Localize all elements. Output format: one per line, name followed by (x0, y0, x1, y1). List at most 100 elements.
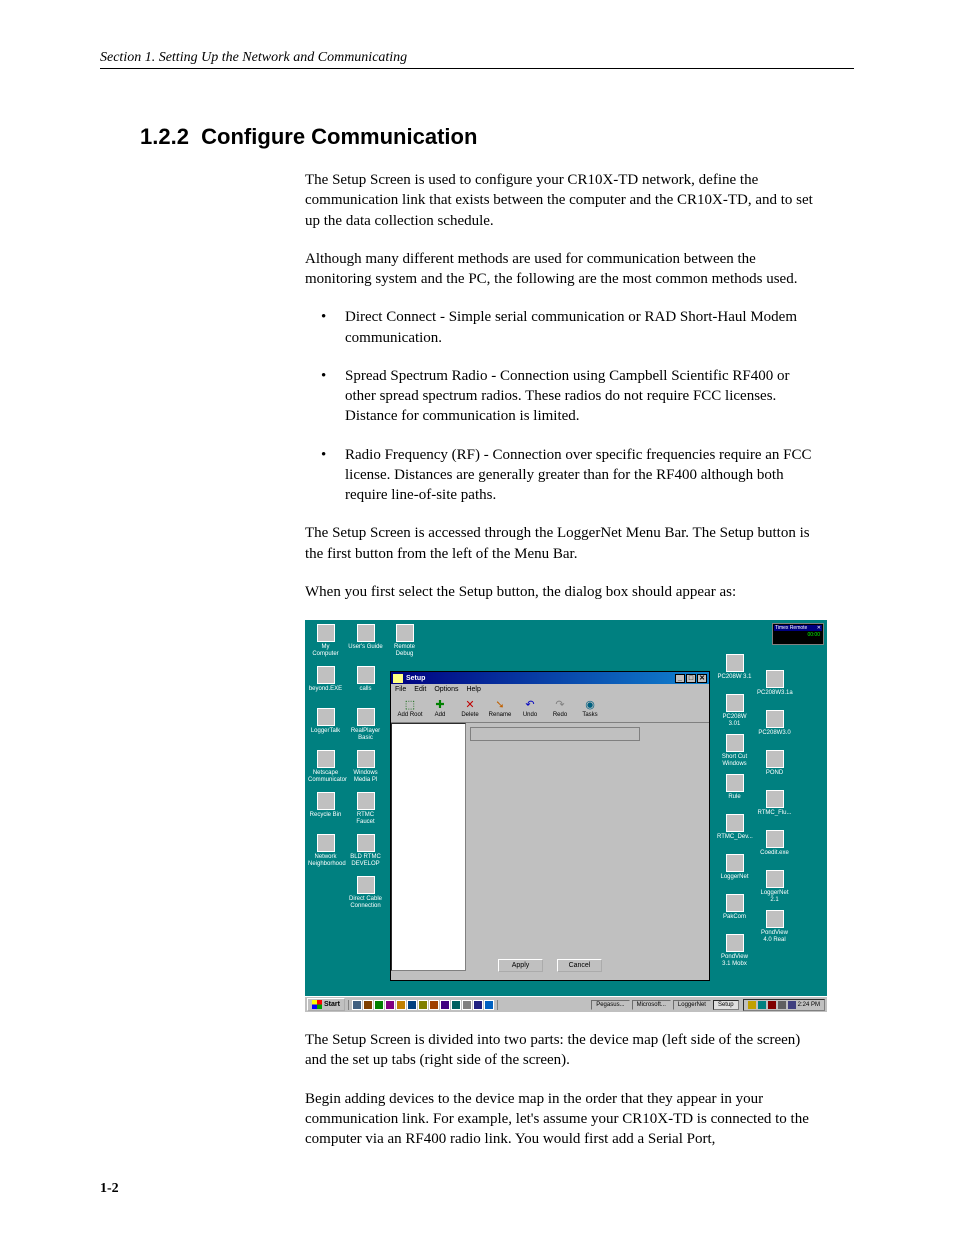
quick-launch-icon[interactable] (429, 1000, 439, 1010)
quick-launch-icon[interactable] (374, 1000, 384, 1010)
desktop-icon-glyph (357, 750, 375, 768)
toolbar-button[interactable]: ➘Rename (485, 697, 515, 718)
toolbar: ⬚Add Root✚Add✕Delete➘Rename↶Undo↷Redo◉Ta… (391, 695, 709, 723)
paragraph: Although many different methods are used… (305, 249, 814, 290)
quick-launch-icon[interactable] (385, 1000, 395, 1010)
taskbar-task[interactable]: LoggerNet (673, 1000, 711, 1010)
taskbar: Start Pegasus... Microsoft... LoggerNet … (305, 996, 827, 1012)
desktop-icon[interactable]: Netscape Communicator (308, 750, 343, 783)
desktop-icon-label: User's Guide (348, 644, 383, 651)
toolbar-button[interactable]: ↷Redo (545, 697, 575, 718)
desktop-icon[interactable]: LoggerNet (717, 854, 752, 881)
paragraph: The Setup Screen is divided into two par… (305, 1030, 814, 1071)
quick-launch-icon[interactable] (352, 1000, 362, 1010)
tray-icon[interactable] (768, 1001, 776, 1009)
desktop-icon[interactable]: RTMC Faucet (348, 792, 383, 825)
desktop-icon[interactable]: PondView 4.0 Real (757, 910, 792, 943)
maximize-button[interactable]: □ (686, 674, 696, 683)
apply-button[interactable]: Apply (498, 959, 543, 972)
tray-icon[interactable] (788, 1001, 796, 1009)
tabs-area[interactable] (470, 727, 640, 741)
menu-options[interactable]: Options (434, 686, 458, 693)
toolbar-button[interactable]: ✚Add (425, 697, 455, 718)
toolbar-button[interactable]: ✕Delete (455, 697, 485, 718)
close-button[interactable]: ✕ (697, 674, 707, 683)
quick-launch-icon[interactable] (407, 1000, 417, 1010)
tray-icon[interactable] (778, 1001, 786, 1009)
quick-launch-icon[interactable] (473, 1000, 483, 1010)
desktop-icon-glyph (766, 910, 784, 928)
desktop-icon[interactable]: LoggerNet 2.1 (757, 870, 792, 903)
desktop-icon-glyph (317, 624, 335, 642)
taskbar-task[interactable]: Pegasus... (591, 1000, 629, 1010)
desktop-icon[interactable]: PakCom (717, 894, 752, 921)
device-map-panel[interactable] (391, 723, 466, 971)
desktop-icon[interactable]: LoggerTalk (308, 708, 343, 735)
taskbar-clock[interactable]: 2:24 PM (798, 1002, 820, 1008)
paragraph: The Setup Screen is used to configure yo… (305, 170, 814, 231)
quick-launch-icon[interactable] (440, 1000, 450, 1010)
toolbar-label: Redo (545, 712, 575, 718)
quick-launch-icon[interactable] (418, 1000, 428, 1010)
desktop-icon[interactable]: PondView 3.1 Mobx (717, 934, 752, 967)
desktop-icon-glyph (317, 792, 335, 810)
quick-launch-icon[interactable] (484, 1000, 494, 1010)
desktop-icon[interactable]: My Computer (308, 624, 343, 657)
taskbar-task[interactable]: Setup (713, 1000, 739, 1010)
desktop-icon-label: calls (348, 686, 383, 693)
bullet-list: Direct Connect - Simple serial communica… (305, 307, 814, 505)
desktop-icon[interactable]: PC208W3.0 (757, 710, 792, 737)
desktop-icon-label: LoggerNet (717, 874, 752, 881)
desktop-icon-label: Recycle Bin (308, 812, 343, 819)
desktop-icon[interactable]: Rule (717, 774, 752, 801)
section-number: 1.2.2 (140, 124, 189, 149)
desktop-icon-glyph (766, 670, 784, 688)
desktop-icon[interactable]: Coedit.exe (757, 830, 792, 857)
menu-help[interactable]: Help (466, 686, 480, 693)
desktop-icon[interactable]: POND (757, 750, 792, 777)
minimize-button[interactable]: _ (675, 674, 685, 683)
toolbar-label: Add (425, 712, 455, 718)
desktop-icon[interactable]: RealPlayer Basic (348, 708, 383, 741)
bullet-item: Spread Spectrum Radio - Connection using… (305, 366, 814, 427)
taskbar-task[interactable]: Microsoft... (632, 1000, 671, 1010)
desktop-icon[interactable]: User's Guide (348, 624, 383, 651)
toolbar-button[interactable]: ⬚Add Root (395, 697, 425, 718)
desktop-icon-label: RTMC_Dev... (717, 834, 752, 841)
desktop-icon-glyph (396, 624, 414, 642)
desktop-icon[interactable]: calls (348, 666, 383, 693)
desktop-icon[interactable]: PC208W3.1a (757, 670, 792, 697)
toolbar-button[interactable]: ◉Tasks (575, 697, 605, 718)
desktop-icon[interactable]: Recycle Bin (308, 792, 343, 819)
menu-file[interactable]: File (395, 686, 406, 693)
desktop-icon[interactable]: beyond.EXE (308, 666, 343, 693)
desktop-icon[interactable]: RTMC_Dev... (717, 814, 752, 841)
toolbar-button[interactable]: ↶Undo (515, 697, 545, 718)
desktop-icon[interactable]: BLD RTMC DEVELOP (348, 834, 383, 867)
desktop-icon[interactable]: RTMC_Flu... (757, 790, 792, 817)
quick-launch-icon[interactable] (363, 1000, 373, 1010)
desktop-icon[interactable]: Network Neighborhood (308, 834, 343, 867)
desktop-icon-label: Remote Debug (387, 644, 422, 657)
tray-icon[interactable] (758, 1001, 766, 1009)
cancel-button[interactable]: Cancel (557, 959, 602, 972)
desktop-icon-label: PondView 3.1 Mobx (717, 954, 752, 967)
quick-launch-icon[interactable] (396, 1000, 406, 1010)
desktop-icon[interactable]: Direct Cable Connection (348, 876, 383, 909)
quick-launch-icon[interactable] (462, 1000, 472, 1010)
desktop-icon-glyph (726, 774, 744, 792)
desktop-icon[interactable]: Windows Media Pl (348, 750, 383, 783)
desktop-icon[interactable]: PC208W 3.01 (717, 694, 752, 727)
desktop-icon-label: Netscape Communicator (308, 770, 343, 783)
tray-icon[interactable] (748, 1001, 756, 1009)
desktop-icon[interactable]: PC208W 3.1 (717, 654, 752, 681)
clock-close-icon[interactable]: ✕ (817, 625, 821, 631)
quick-launch-icon[interactable] (451, 1000, 461, 1010)
desktop-icon-label: Direct Cable Connection (348, 896, 383, 909)
setup-titlebar[interactable]: Setup _ □ ✕ (391, 672, 709, 684)
desktop-icon-label: PC208W3.0 (757, 730, 792, 737)
desktop-icon[interactable]: Short Cut Windows (717, 734, 752, 767)
desktop-icon[interactable]: Remote Debug (387, 624, 422, 657)
start-button[interactable]: Start (307, 998, 345, 1011)
menu-edit[interactable]: Edit (414, 686, 426, 693)
